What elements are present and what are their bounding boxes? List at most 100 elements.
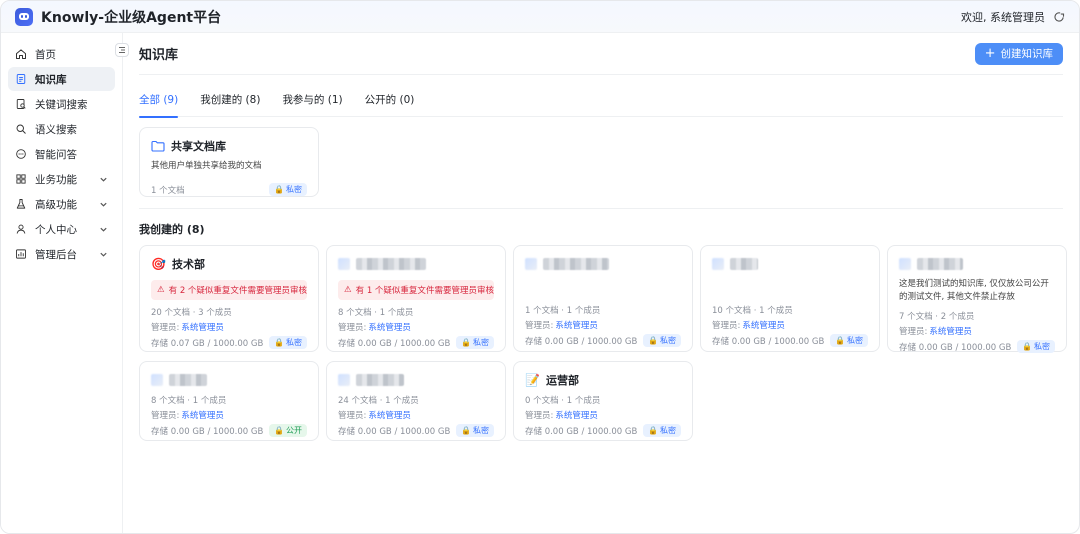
sidebar-item-2[interactable]: 关键词搜索: [8, 92, 115, 116]
knowledge-base-card[interactable]: 📝 运营部 0 个文档 · 1 个成员 管理员: 系统管理员 存储 0.00 GB / 1…: [513, 361, 693, 441]
chevron-down-icon: [100, 177, 107, 182]
admin-name[interactable]: 系统管理员: [742, 319, 785, 331]
app-title: Knowly-企业级Agent平台: [41, 9, 222, 26]
card-stats: 8 个文档 · 1 个成员: [338, 308, 414, 318]
tab-0[interactable]: 全部 (9): [139, 93, 179, 118]
sidebar-item-1[interactable]: 知识库: [8, 67, 115, 91]
private-badge: 🔒 私密: [830, 334, 868, 347]
chevron-down-icon: [100, 227, 107, 232]
knowledge-base-card[interactable]: 24 个文档 · 1 个成员 管理员: 系统管理员 存储 0.00 GB / 1000…: [326, 361, 506, 441]
sidebar-item-label: 个人中心: [35, 223, 77, 236]
create-knowledge-base-button[interactable]: + 创建知识库: [974, 42, 1063, 65]
lock-icon: 🔒: [274, 185, 284, 194]
storage-usage: 存储 0.07 GB / 1000.00 GB: [151, 338, 264, 349]
redacted-icon: [525, 258, 537, 270]
lock-icon: 🔒: [461, 338, 471, 347]
knowledge-base-card[interactable]: ⚠ 有 1 个疑似重复文件需要管理员审核 8 个文档 · 1 个成员 管理员: 系统管理…: [326, 245, 506, 352]
lock-icon: 🔒: [835, 336, 845, 345]
storage-usage: 存储 0.00 GB / 1000.00 GB: [899, 342, 1012, 353]
private-badge: 🔒 私密: [1017, 340, 1055, 353]
knowledge-base-card[interactable]: 8 个文档 · 1 个成员 管理员: 系统管理员 存储 0.00 GB / 1000.…: [139, 361, 319, 441]
knowledge-base-card[interactable]: 1 个文档 · 1 个成员 管理员: 系统管理员 存储 0.00 GB / 1000.…: [513, 245, 693, 352]
user-icon: [16, 224, 26, 234]
admin-label: 管理员:: [525, 411, 554, 421]
page-header: 知识库 + 创建知识库: [139, 33, 1063, 75]
knowledge-base-card[interactable]: 10 个文档 · 1 个成员 管理员: 系统管理员 存储 0.00 GB / 1000…: [700, 245, 880, 352]
sidebar-item-label: 业务功能: [35, 173, 77, 186]
shared-library-desc: 其他用户单独共享给我的文档: [151, 161, 262, 171]
private-badge: 🔒 私密: [269, 336, 307, 349]
folder-icon: [151, 140, 165, 152]
admin-name[interactable]: 系统管理员: [181, 321, 224, 333]
sidebar-item-0[interactable]: 首页: [8, 42, 115, 66]
redacted-title: [543, 258, 609, 270]
plus-icon: +: [984, 45, 996, 61]
redacted-icon: [151, 374, 163, 386]
card-title: 运营部: [545, 374, 579, 387]
tab-3[interactable]: 公开的 (0): [365, 93, 415, 117]
redacted-icon: [899, 258, 911, 270]
sidebar-item-label: 管理后台: [35, 248, 77, 261]
sidebar-item-4[interactable]: 智能问答: [8, 142, 115, 166]
card-stats: 20 个文档 · 3 个成员: [151, 308, 232, 318]
sidebar-item-label: 知识库: [35, 73, 67, 86]
card-stats: 7 个文档 · 2 个成员: [899, 312, 975, 322]
sidebar-item-7[interactable]: 个人中心: [8, 217, 115, 241]
lock-icon: 🔒: [274, 426, 284, 435]
keyword-search-icon: [16, 99, 26, 109]
admin-name[interactable]: 系统管理员: [929, 325, 972, 337]
app-window: Knowly-企业级Agent平台 欢迎, 系统管理员 首页 知识库 关键词搜索 语义…: [0, 0, 1080, 534]
redacted-title: [730, 258, 758, 270]
shared-library-count: 1 个文档: [151, 185, 185, 196]
sidebar-item-8[interactable]: 管理后台: [8, 242, 115, 266]
redacted-icon: [712, 258, 724, 270]
page-title: 知识库: [139, 48, 179, 63]
chevron-down-icon: [100, 252, 107, 257]
tab-2[interactable]: 我参与的 (1): [282, 93, 342, 117]
tab-1[interactable]: 我创建的 (8): [200, 93, 260, 117]
brand[interactable]: Knowly-企业级Agent平台: [15, 7, 221, 27]
logout-icon[interactable]: [1053, 11, 1065, 23]
warning-icon: ⚠: [344, 285, 352, 295]
sidebar-item-label: 高级功能: [35, 198, 77, 211]
public-badge: 🔒 公开: [269, 424, 307, 437]
duplicate-warning[interactable]: ⚠ 有 1 个疑似重复文件需要管理员审核: [338, 280, 494, 300]
knowledge-base-card[interactable]: 这是我们测试的知识库, 仅仅放公司公开的测试文件, 其他文件禁止存放 7 个文档 …: [887, 245, 1067, 353]
sidebar-item-6[interactable]: 高级功能: [8, 192, 115, 216]
private-badge: 🔒 私密: [456, 424, 494, 437]
redacted-title: [356, 374, 404, 386]
admin-label: 管理员:: [151, 411, 180, 421]
card-emoji-icon: 📝: [525, 373, 540, 387]
user-area: 欢迎, 系统管理员: [961, 9, 1065, 25]
sidebar-item-3[interactable]: 语义搜索: [8, 117, 115, 141]
dashboard-icon: [16, 249, 26, 259]
storage-usage: 存储 0.00 GB / 1000.00 GB: [338, 338, 451, 349]
private-badge: 🔒 私密: [269, 183, 307, 196]
section-divider: [139, 208, 1063, 209]
card-stats: 0 个文档 · 1 个成员: [525, 396, 601, 406]
redacted-icon: [338, 374, 350, 386]
admin-name[interactable]: 系统管理员: [555, 409, 598, 421]
admin-name[interactable]: 系统管理员: [555, 319, 598, 331]
shared-library-title: 共享文档库: [171, 140, 226, 153]
main-content: 知识库 + 创建知识库 全部 (9) 我创建的 (8) 我参与的 (1) 公开的 (0…: [123, 33, 1079, 533]
card-emoji-icon: 🎯: [151, 257, 166, 271]
admin-name[interactable]: 系统管理员: [368, 321, 411, 333]
admin-name[interactable]: 系统管理员: [368, 409, 411, 421]
sidebar-item-label: 语义搜索: [35, 123, 77, 136]
redacted-title: [917, 258, 963, 270]
tab-bar: 全部 (9) 我创建的 (8) 我参与的 (1) 公开的 (0): [139, 93, 1063, 118]
duplicate-warning[interactable]: ⚠ 有 2 个疑似重复文件需要管理员审核: [151, 280, 307, 300]
redacted-title: [356, 258, 426, 270]
sidebar-item-5[interactable]: 业务功能: [8, 167, 115, 191]
sidebar-item-label: 关键词搜索: [35, 98, 88, 111]
admin-label: 管理员:: [712, 321, 741, 331]
created-section-title: 我创建的 (8): [139, 223, 205, 236]
private-badge: 🔒 私密: [456, 336, 494, 349]
top-bar: Knowly-企业级Agent平台 欢迎, 系统管理员: [1, 1, 1079, 33]
shared-library-card[interactable]: 共享文档库 其他用户单独共享给我的文档 1 个文档 🔒 私密: [139, 127, 319, 197]
knowledge-base-card[interactable]: 🎯 技术部 ⚠ 有 2 个疑似重复文件需要管理员审核 20 个文档 · 3 个成员 管理员…: [139, 245, 319, 352]
robot-logo-icon: [15, 7, 33, 26]
storage-usage: 存储 0.00 GB / 1000.00 GB: [712, 336, 825, 347]
admin-name[interactable]: 系统管理员: [181, 409, 224, 421]
